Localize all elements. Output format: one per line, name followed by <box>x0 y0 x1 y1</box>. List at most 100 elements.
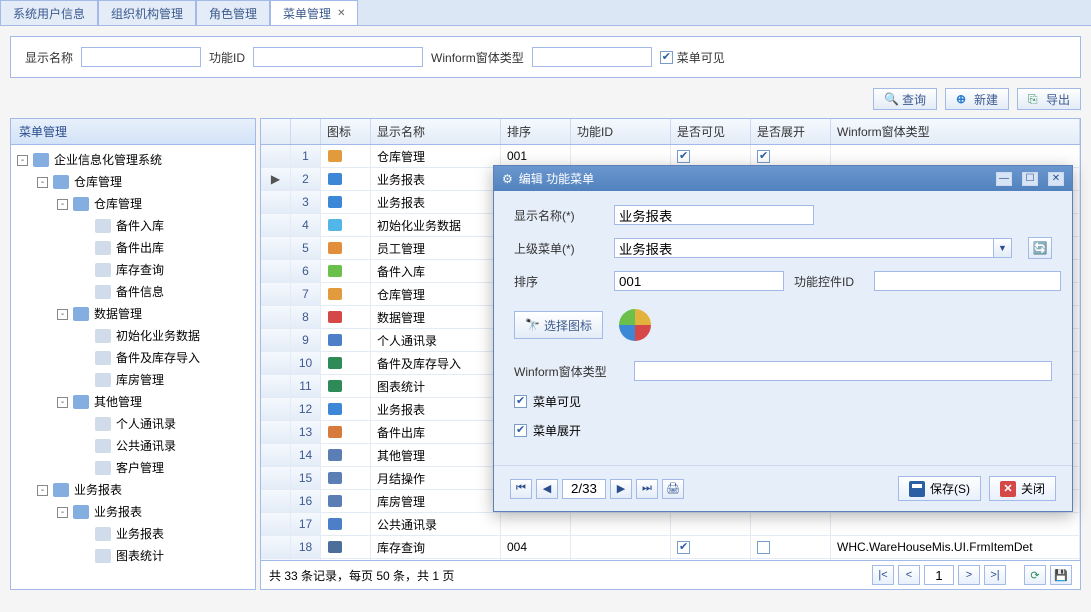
dlg-nav-next[interactable]: ▶ <box>610 479 632 499</box>
dlg-menuvisible-label: 菜单可见 <box>533 393 581 410</box>
gh-sort[interactable]: 排序 <box>501 119 571 144</box>
tree-node[interactable]: 业务报表 <box>15 523 251 545</box>
tree-item-label: 业务报表 <box>74 479 122 501</box>
dlg-pickicon-button[interactable]: 🔭 选择图标 <box>514 311 603 339</box>
tree-item-label: 库房管理 <box>116 369 164 391</box>
new-button[interactable]: ⊕新建 <box>945 88 1009 110</box>
tab-系统用户信息[interactable]: 系统用户信息 <box>0 0 98 25</box>
dlg-parentmenu-refresh[interactable]: 🔄 <box>1028 237 1052 259</box>
tree-node[interactable]: -数据管理 <box>15 303 251 325</box>
tree-toggle-icon[interactable]: - <box>57 397 68 408</box>
row-visible[interactable] <box>671 513 751 535</box>
pager-save[interactable]: 💾 <box>1050 565 1072 585</box>
row-name: 仓库管理 <box>371 283 501 305</box>
pager-refresh[interactable]: ⟳ <box>1024 565 1046 585</box>
tree-node[interactable]: -仓库管理 <box>15 171 251 193</box>
dlg-close-button[interactable]: ✕关闭 <box>989 476 1056 501</box>
tree-toggle-icon[interactable]: - <box>37 177 48 188</box>
tree-node[interactable]: -其他管理 <box>15 391 251 413</box>
dlg-fcid-input[interactable] <box>874 271 1061 291</box>
pager-prev[interactable]: < <box>898 565 920 585</box>
tree-node[interactable]: 库存查询 <box>15 259 251 281</box>
row-name: 备件入库 <box>371 260 501 282</box>
tree-node[interactable]: 初始化业务数据 <box>15 325 251 347</box>
tab-菜单管理[interactable]: 菜单管理✕ <box>270 0 358 25</box>
dlg-parentmenu-input[interactable] <box>614 238 994 258</box>
tree-node[interactable]: 备件信息 <box>15 281 251 303</box>
tree-node[interactable]: 公共通讯录 <box>15 435 251 457</box>
tree-node[interactable]: 图表统计 <box>15 545 251 567</box>
tab-角色管理[interactable]: 角色管理 <box>196 0 270 25</box>
gh-icon[interactable]: 图标 <box>321 119 371 144</box>
functionid-input[interactable] <box>253 47 423 67</box>
table-row[interactable]: 18库存查询004WHC.WareHouseMis.UI.FrmItemDet <box>261 536 1080 559</box>
dlg-menuvisible-checkbox[interactable] <box>514 395 527 408</box>
export-button[interactable]: ⎘导出 <box>1017 88 1081 110</box>
row-visible[interactable] <box>671 536 751 558</box>
tree-node[interactable]: 备件出库 <box>15 237 251 259</box>
row-icon <box>321 168 371 190</box>
winformtype-input[interactable] <box>532 47 652 67</box>
displayname-input[interactable] <box>81 47 201 67</box>
gh-wt[interactable]: Winform窗体类型 <box>831 119 1080 144</box>
dlg-nav-print[interactable]: 🖨 <box>662 479 684 499</box>
tree-node[interactable]: - 业务报表 <box>15 479 251 501</box>
tree-toggle-icon[interactable]: - <box>37 485 48 496</box>
dlg-save-button[interactable]: 保存(S) <box>898 476 981 501</box>
dlg-nav-first[interactable]: ⏮ <box>510 479 532 499</box>
pager-last[interactable]: >| <box>984 565 1006 585</box>
row-visible[interactable] <box>671 145 751 167</box>
tree-item-label: 公共通讯录 <box>116 435 176 457</box>
tree-node[interactable]: 备件入库 <box>15 215 251 237</box>
menuvisible-checkbox[interactable] <box>660 51 673 64</box>
pager-next[interactable]: > <box>958 565 980 585</box>
row-expand[interactable] <box>751 513 831 535</box>
tab-组织机构管理[interactable]: 组织机构管理 <box>98 0 196 25</box>
tab-close-icon[interactable]: ✕ <box>337 8 345 19</box>
pager-first[interactable]: |< <box>872 565 894 585</box>
dlg-nav-last[interactable]: ⏭ <box>636 479 658 499</box>
dlg-wt-input[interactable] <box>634 361 1052 381</box>
row-expand[interactable] <box>751 145 831 167</box>
dlg-sort-input[interactable] <box>614 271 784 291</box>
dialog-title: 编辑 功能菜单 <box>519 170 594 187</box>
tree-body[interactable]: -企业信息化管理系统-仓库管理-仓库管理备件入库备件出库库存查询备件信息-数据管… <box>11 145 255 589</box>
dlg-menuexpand-checkbox[interactable] <box>514 424 527 437</box>
tree-toggle-icon[interactable]: - <box>57 507 68 518</box>
row-expand[interactable] <box>751 536 831 558</box>
dlg-nav-prev[interactable]: ◀ <box>536 479 558 499</box>
gh-exp[interactable]: 是否展开 <box>751 119 831 144</box>
row-name: 初始化业务数据 <box>371 214 501 236</box>
dlg-parentmenu-dropdown[interactable]: ▼ <box>994 238 1012 258</box>
query-button[interactable]: 🔍查询 <box>873 88 937 110</box>
dialog-close-button[interactable]: ✕ <box>1048 172 1064 186</box>
tree-node[interactable]: 备件及库存导入 <box>15 347 251 369</box>
tree-node[interactable]: 库房管理 <box>15 369 251 391</box>
table-row[interactable]: 17公共通讯录 <box>261 513 1080 536</box>
row-icon <box>321 421 371 443</box>
row-name: 业务报表 <box>371 191 501 213</box>
tree-node[interactable]: -业务报表 <box>15 501 251 523</box>
dlg-nav-pos[interactable] <box>562 479 606 499</box>
tree-toggle-icon[interactable]: - <box>17 155 28 166</box>
tree-node[interactable]: 个人通讯录 <box>15 413 251 435</box>
row-name: 其他管理 <box>371 444 501 466</box>
tree-node[interactable]: 客户管理 <box>15 457 251 479</box>
tree-item-label: 备件入库 <box>116 215 164 237</box>
dlg-displayname-input[interactable] <box>614 205 814 225</box>
tree-node[interactable]: -仓库管理 <box>15 193 251 215</box>
row-number: 16 <box>291 490 321 512</box>
menuvisible-checkbox-label[interactable]: 菜单可见 <box>660 49 725 66</box>
pager-page-input[interactable] <box>924 565 954 585</box>
dialog-titlebar[interactable]: ⚙ 编辑 功能菜单 — ☐ ✕ <box>494 166 1072 191</box>
dialog-maximize-button[interactable]: ☐ <box>1022 172 1038 186</box>
action-bar: 🔍查询 ⊕新建 ⎘导出 <box>0 88 1091 118</box>
gh-fid[interactable]: 功能ID <box>571 119 671 144</box>
tree-node[interactable]: -企业信息化管理系统 <box>15 149 251 171</box>
gh-name[interactable]: 显示名称 <box>371 119 501 144</box>
row-icon <box>321 214 371 236</box>
tree-toggle-icon[interactable]: - <box>57 309 68 320</box>
tree-toggle-icon[interactable]: - <box>57 199 68 210</box>
gh-vis[interactable]: 是否可见 <box>671 119 751 144</box>
dialog-minimize-button[interactable]: — <box>996 172 1012 186</box>
